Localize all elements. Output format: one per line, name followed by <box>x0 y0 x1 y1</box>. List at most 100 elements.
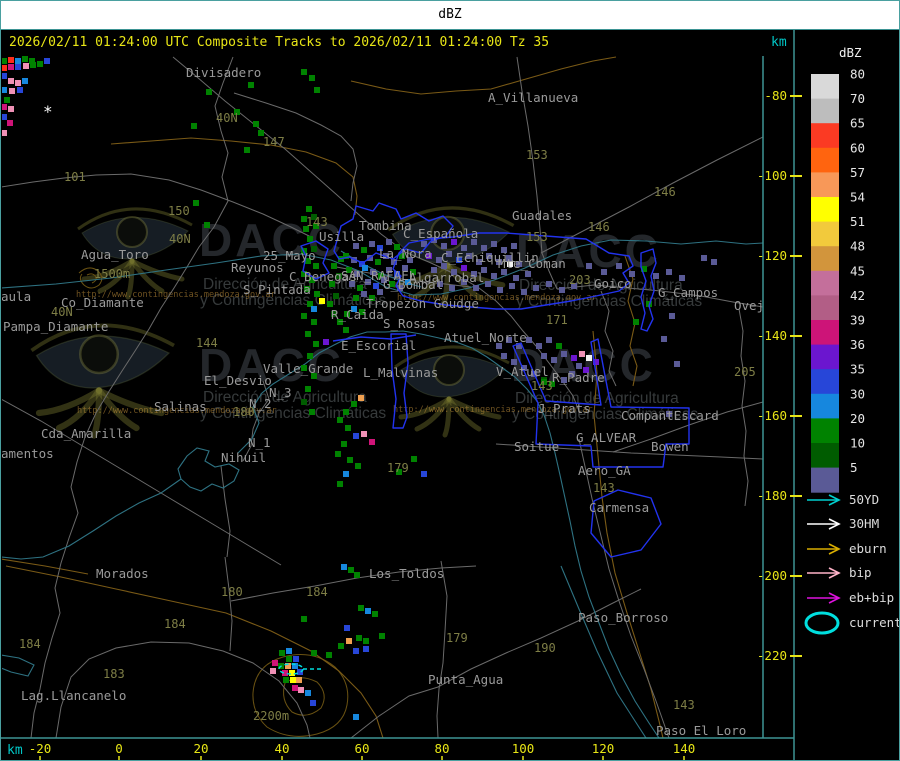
legend-item-label: 50YD <box>849 492 879 507</box>
radar-cell <box>358 605 364 611</box>
radar-cell <box>338 643 344 649</box>
road-number-label: 184 <box>164 617 186 631</box>
dbz-scale-panel: dBZ 80 70 65 60 57 54 51 48 45 42 39 36 35 30 20 10 5 50YD… <box>804 45 899 635</box>
x-axis-unit-label: km <box>7 743 23 758</box>
eye-pupil <box>116 216 148 248</box>
road-gray <box>2 398 282 566</box>
radar-cell <box>15 58 21 64</box>
x-axis-tick-label: -20 <box>29 741 52 756</box>
radar-cell <box>473 285 479 291</box>
radar-cell <box>22 78 28 84</box>
radar-cell <box>301 69 307 75</box>
y-axis-tick <box>790 335 802 337</box>
radar-cell <box>2 58 7 64</box>
map-place-label: Carmensa <box>589 500 649 515</box>
radar-cell <box>358 395 364 401</box>
scale-swatch <box>811 172 839 198</box>
road-number-label: 180 <box>233 405 255 419</box>
road-number-label: 144 <box>196 336 218 350</box>
river <box>2 478 182 560</box>
x-axis-tick-label: 60 <box>354 741 369 756</box>
map-place-label: R_Padre <box>552 370 605 385</box>
radar-cell <box>354 572 360 578</box>
road-number-label: 40N <box>51 305 73 319</box>
radar-cell <box>353 714 359 720</box>
radar-cell <box>305 331 311 337</box>
radar-cell <box>357 285 363 291</box>
radar-cell <box>653 273 659 279</box>
scale-swatch <box>811 369 839 395</box>
scale-value-label: 39 <box>850 313 865 328</box>
radar-cell <box>296 677 302 683</box>
y-axis-tick-label: -120 <box>757 248 787 263</box>
y-axis-tick-label: -100 <box>757 168 787 183</box>
map-place-label: S_Rosas <box>383 316 436 331</box>
radar-map-canvas[interactable]: DACCDirección de Agriculturay Contingenc… <box>1 1 900 761</box>
radar-cell <box>313 341 319 347</box>
road-number-label: 147 <box>263 135 285 149</box>
map-place-label: Bowen <box>651 439 689 454</box>
map-place-label: La_Nora <box>379 246 432 261</box>
road-number-label: 183 <box>103 667 125 681</box>
radar-cell <box>290 677 296 683</box>
radar-cell <box>337 417 343 423</box>
map-place-label: L_Malvinas <box>363 365 438 380</box>
radar-cell <box>601 269 607 275</box>
radar-cell <box>353 295 359 301</box>
radar-cell <box>511 243 517 249</box>
radar-cell <box>373 283 379 289</box>
map-place-label: Morados <box>96 566 149 581</box>
radar-cell <box>347 457 353 463</box>
radar-cell <box>345 425 351 431</box>
asterisk-marker: * <box>43 102 53 121</box>
y-axis-tick-label: -220 <box>757 648 787 663</box>
radar-cell <box>521 289 527 295</box>
y-axis-tick <box>790 655 802 657</box>
map-place-label: G_Bombal <box>383 277 443 292</box>
panel-title: dBZ <box>839 45 862 60</box>
radar-cell <box>361 247 367 253</box>
road-number-label: 2200m <box>253 709 289 723</box>
y-axis-tick-label: -140 <box>757 328 787 343</box>
radar-cell <box>206 89 212 95</box>
scale-swatch <box>811 147 839 173</box>
radar-cell <box>309 75 315 81</box>
map-place-label: R_Caida <box>331 307 384 322</box>
radar-cell <box>37 61 43 67</box>
radar-cell <box>485 281 491 287</box>
radar-cell <box>526 337 532 343</box>
map-place-label: Agua_Toro <box>81 247 149 262</box>
radar-cell <box>191 123 197 129</box>
map-place-label: J_Prats <box>538 401 591 416</box>
radar-cell <box>23 63 29 69</box>
map-place-label: Soitue <box>514 439 559 454</box>
river <box>2 654 35 677</box>
scale-swatch <box>811 98 839 124</box>
radar-cell <box>333 293 339 299</box>
map-place-label: A_Villanueva <box>488 90 578 105</box>
radar-cell <box>421 471 427 477</box>
map-place-label: Paso_El_Loro <box>656 723 746 738</box>
radar-cell <box>666 269 672 275</box>
road-number-label: 150 <box>168 204 190 218</box>
radar-cell <box>361 431 367 437</box>
road-brown <box>350 56 617 95</box>
map-place-label: Salinas <box>154 399 207 414</box>
radar-cell <box>363 646 369 652</box>
road-number-label: 101 <box>64 170 86 184</box>
radar-cell <box>344 625 350 631</box>
radar-cell <box>44 58 50 64</box>
map-place-label: S_Pintada <box>243 282 311 297</box>
scale-value-label: 36 <box>850 337 865 352</box>
road-number-label: 179 <box>387 461 409 475</box>
scale-swatch <box>811 246 839 272</box>
radar-cell <box>586 263 592 269</box>
radar-cell <box>283 677 289 683</box>
radar-cell <box>343 409 349 415</box>
radar-cell <box>311 319 317 325</box>
radar-cell <box>311 306 317 312</box>
radar-cell <box>497 287 503 293</box>
y-axis-tick-label: -160 <box>757 408 787 423</box>
scale-value-label: 65 <box>850 116 865 131</box>
legend-item-label: eb+bip <box>849 590 894 605</box>
